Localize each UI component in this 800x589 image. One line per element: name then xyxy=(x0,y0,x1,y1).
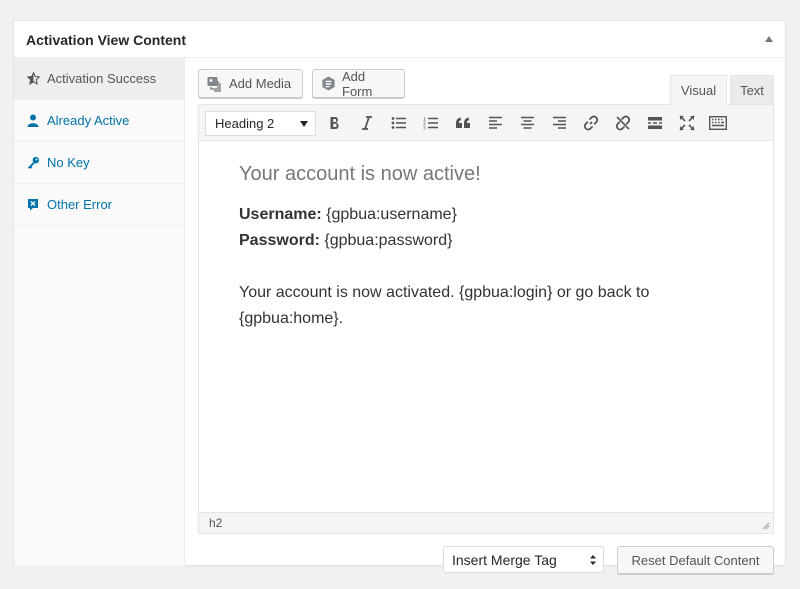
blockquote-icon xyxy=(456,117,470,128)
svg-text:3: 3 xyxy=(423,126,426,131)
editor-content[interactable]: Your account is now active! Username: {g… xyxy=(199,141,773,492)
align-right-button[interactable] xyxy=(547,112,571,134)
bulleted-list-icon xyxy=(391,117,406,129)
format-select-value: Heading 2 xyxy=(215,116,275,131)
tab-already-active[interactable]: Already Active xyxy=(14,100,184,142)
align-right-icon xyxy=(552,116,566,129)
form-icon xyxy=(321,76,336,92)
editor-statusbar: h2 xyxy=(199,512,773,533)
star-half-icon xyxy=(26,72,40,86)
tab-text[interactable]: Text xyxy=(730,75,774,104)
remove-link-button[interactable] xyxy=(611,112,635,134)
wysiwyg-editor: Heading 2 123 Your account is now active… xyxy=(198,104,774,534)
panel-header[interactable]: Activation View Content xyxy=(14,21,785,58)
media-icon xyxy=(207,76,223,92)
resize-handle-icon[interactable] xyxy=(762,522,770,530)
align-left-button[interactable] xyxy=(483,112,507,134)
content-tabs-nav: Activation Success Already Active No Key… xyxy=(14,58,185,566)
username-value: {gpbua:username} xyxy=(321,206,457,223)
password-value: {gpbua:password} xyxy=(319,232,453,249)
panel-title: Activation View Content xyxy=(26,32,186,48)
tab-no-key[interactable]: No Key xyxy=(14,142,184,184)
format-select[interactable]: Heading 2 xyxy=(205,111,316,136)
content-credentials: Username: {gpbua:username} Password: {gp… xyxy=(239,202,733,254)
bulleted-list-button[interactable] xyxy=(387,112,411,134)
align-center-button[interactable] xyxy=(515,112,539,134)
align-left-icon xyxy=(488,116,502,129)
tab-label: Already Active xyxy=(47,113,130,128)
message-line-1: Your account is now activated. {gpbua:lo… xyxy=(239,284,650,301)
key-icon xyxy=(26,156,40,170)
add-media-button[interactable]: Add Media xyxy=(198,69,303,98)
activation-view-content-panel: Activation View Content Activation Succe… xyxy=(13,20,786,574)
bold-icon xyxy=(330,117,339,129)
insert-merge-tag-select[interactable]: Insert Merge Tag xyxy=(443,546,604,573)
fullscreen-button[interactable] xyxy=(675,112,699,134)
tab-visual[interactable]: Visual xyxy=(670,75,727,105)
read-more-button[interactable] xyxy=(643,112,667,134)
content-heading: Your account is now active! xyxy=(239,163,481,185)
editor-area: Add Media Add Form Visual Text Heading 2 xyxy=(198,58,774,574)
reset-default-content-button[interactable]: Reset Default Content xyxy=(617,546,774,574)
fullscreen-icon xyxy=(679,115,695,131)
italic-button[interactable] xyxy=(355,112,379,134)
tab-label: No Key xyxy=(47,155,90,170)
read-more-icon xyxy=(648,117,662,129)
select-updown-icon xyxy=(590,555,596,565)
message-line-2: {gpbua:home}. xyxy=(239,310,344,327)
tab-label: Activation Success xyxy=(47,71,157,86)
dropdown-caret-icon xyxy=(300,121,308,127)
tab-activation-success[interactable]: Activation Success xyxy=(14,58,184,100)
add-form-button[interactable]: Add Form xyxy=(312,68,405,99)
add-form-label: Add Form xyxy=(342,68,373,99)
bold-button[interactable] xyxy=(323,112,347,134)
editor-toolbar: Heading 2 123 xyxy=(199,105,773,141)
merge-tag-select-value: Insert Merge Tag xyxy=(452,551,557,568)
italic-icon xyxy=(362,116,372,130)
align-center-icon xyxy=(520,116,534,129)
error-icon xyxy=(26,198,40,212)
tab-label: Other Error xyxy=(47,197,113,212)
link-icon xyxy=(583,115,599,131)
collapse-arrow-icon[interactable] xyxy=(765,36,773,42)
password-label: Password: xyxy=(239,232,320,249)
numbered-list-icon: 123 xyxy=(423,117,438,131)
element-path[interactable]: h2 xyxy=(209,516,222,530)
toolbar-toggle-button[interactable] xyxy=(706,112,730,134)
add-media-label: Add Media xyxy=(229,76,292,91)
numbered-list-button[interactable]: 123 xyxy=(419,112,443,134)
blockquote-button[interactable] xyxy=(451,112,475,134)
keyboard-icon xyxy=(709,116,727,130)
content-message: Your account is now activated. {gpbua:lo… xyxy=(239,280,733,332)
username-label: Username: xyxy=(239,206,322,223)
insert-link-button[interactable] xyxy=(579,112,603,134)
tab-other-error[interactable]: Other Error xyxy=(14,184,184,226)
unlink-icon xyxy=(615,115,631,131)
user-icon xyxy=(26,114,40,128)
